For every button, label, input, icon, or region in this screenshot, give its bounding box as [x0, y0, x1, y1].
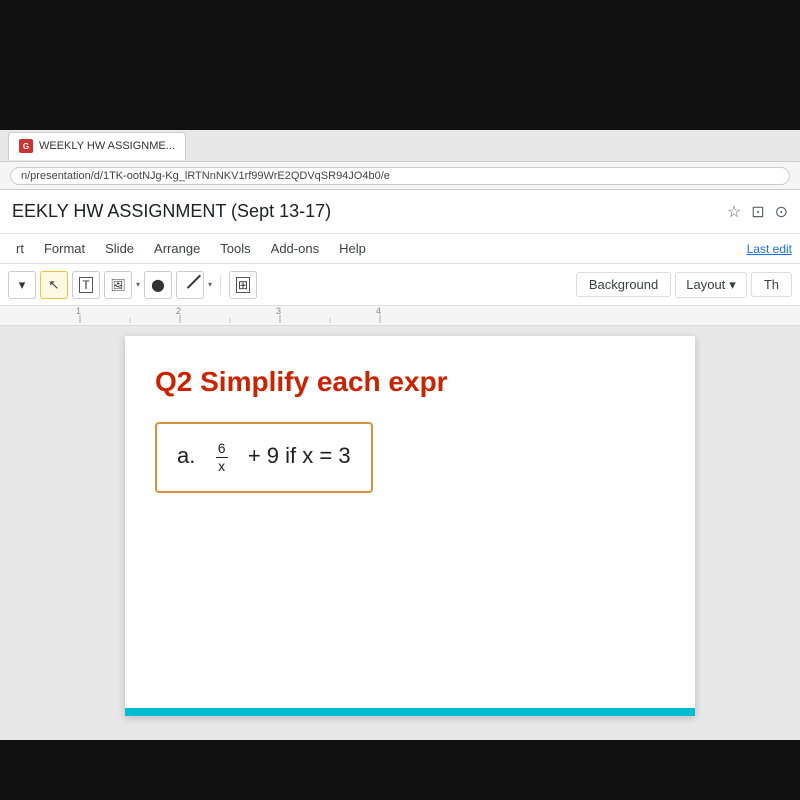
url-display[interactable]: n/presentation/d/1TK-ootNJg-Kg_lRTNnNKV1… — [10, 167, 790, 185]
svg-text:4: 4 — [376, 306, 381, 316]
shape-icon: ⬤ — [151, 278, 164, 292]
image-tool-btn[interactable]: 🖼 — [104, 271, 132, 299]
fraction: 6 x — [216, 440, 228, 475]
textbox-tool-btn[interactable]: T — [72, 271, 100, 299]
layout-button[interactable]: Layout ▾ — [675, 272, 747, 298]
menu-item-insert[interactable]: rt — [8, 237, 32, 260]
menu-item-format[interactable]: Format — [36, 237, 93, 260]
cloud-sync-icon[interactable]: ⊙ — [775, 202, 788, 222]
tab-label: WEEKLY HW ASSIGNME... — [39, 140, 175, 152]
line-tool-btn[interactable] — [176, 271, 204, 299]
theme-button[interactable]: Th — [751, 272, 792, 297]
question-number: Q2 Simplify each expr — [155, 366, 665, 398]
math-text: a. 6 x + 9 if x = 3 — [177, 443, 351, 468]
bottom-dark-bar — [0, 740, 800, 800]
address-bar: n/presentation/d/1TK-ootNJg-Kg_lRTNnNKV1… — [0, 162, 800, 190]
toolbar-separator-1 — [220, 275, 221, 295]
shape-tool-btn[interactable]: ⬤ — [144, 271, 172, 299]
layout-label: Layout — [686, 277, 725, 292]
browser-tab[interactable]: G WEEKLY HW ASSIGNME... — [8, 132, 186, 160]
menu-item-addons[interactable]: Add-ons — [263, 237, 327, 260]
slides-title-bar: EEKLY HW ASSIGNMENT (Sept 13-17) ☆ ⊡ ⊙ — [0, 190, 800, 234]
browser-tab-bar: G WEEKLY HW ASSIGNME... — [0, 130, 800, 162]
image-dropdown-arrow[interactable]: ▾ — [136, 280, 140, 289]
expression-prefix: a. — [177, 443, 195, 468]
fraction-numerator: 6 — [216, 440, 228, 458]
select-tool-btn[interactable]: ↖ — [40, 271, 68, 299]
expression-suffix: + 9 if x = 3 — [248, 443, 351, 468]
ruler-marks: 1 2 3 4 — [0, 306, 800, 323]
cursor-icon: ↖ — [49, 277, 60, 293]
svg-text:1: 1 — [76, 306, 81, 316]
top-dark-bar — [0, 0, 800, 130]
menu-bar: rt Format Slide Arrange Tools Add-ons He… — [0, 234, 800, 264]
document-title[interactable]: EEKLY HW ASSIGNMENT (Sept 13-17) — [12, 201, 717, 222]
chevron-down-icon: ▾ — [19, 277, 26, 293]
textbox-icon: T — [79, 277, 92, 293]
menu-item-slide[interactable]: Slide — [97, 237, 142, 260]
present-icon[interactable]: ⊡ — [751, 202, 764, 222]
ruler: 1 2 3 4 — [0, 306, 800, 326]
last-edit-link[interactable]: Last edit — [747, 242, 792, 256]
menu-item-tools[interactable]: Tools — [212, 237, 258, 260]
menu-item-help[interactable]: Help — [331, 237, 374, 260]
image-icon: 🖼 — [110, 278, 125, 292]
slide-bottom-accent — [125, 708, 695, 716]
plus-box-icon: ⊞ — [236, 277, 250, 293]
svg-text:3: 3 — [276, 306, 281, 316]
fraction-denominator: x — [216, 458, 227, 475]
toolbar: ▾ ↖ T 🖼 ▾ ⬤ ▾ ⊞ Background Layout ▾ Th — [0, 264, 800, 306]
slide-canvas: Q2 Simplify each expr a. 6 x + 9 if x = … — [125, 336, 695, 716]
menu-item-arrange[interactable]: Arrange — [146, 237, 208, 260]
line-dropdown-arrow[interactable]: ▾ — [208, 280, 212, 289]
svg-text:2: 2 — [176, 306, 181, 316]
ruler-svg: 1 2 3 4 — [20, 306, 780, 323]
background-button[interactable]: Background — [576, 272, 671, 297]
slide-area: Q2 Simplify each expr a. 6 x + 9 if x = … — [0, 326, 800, 740]
math-expression-box: a. 6 x + 9 if x = 3 — [155, 422, 373, 493]
dropdown-btn[interactable]: ▾ — [8, 271, 36, 299]
star-icon[interactable]: ☆ — [727, 202, 741, 222]
slides-icon: G — [19, 139, 33, 153]
insert-special-btn[interactable]: ⊞ — [229, 271, 257, 299]
layout-dropdown-icon: ▾ — [729, 277, 736, 293]
